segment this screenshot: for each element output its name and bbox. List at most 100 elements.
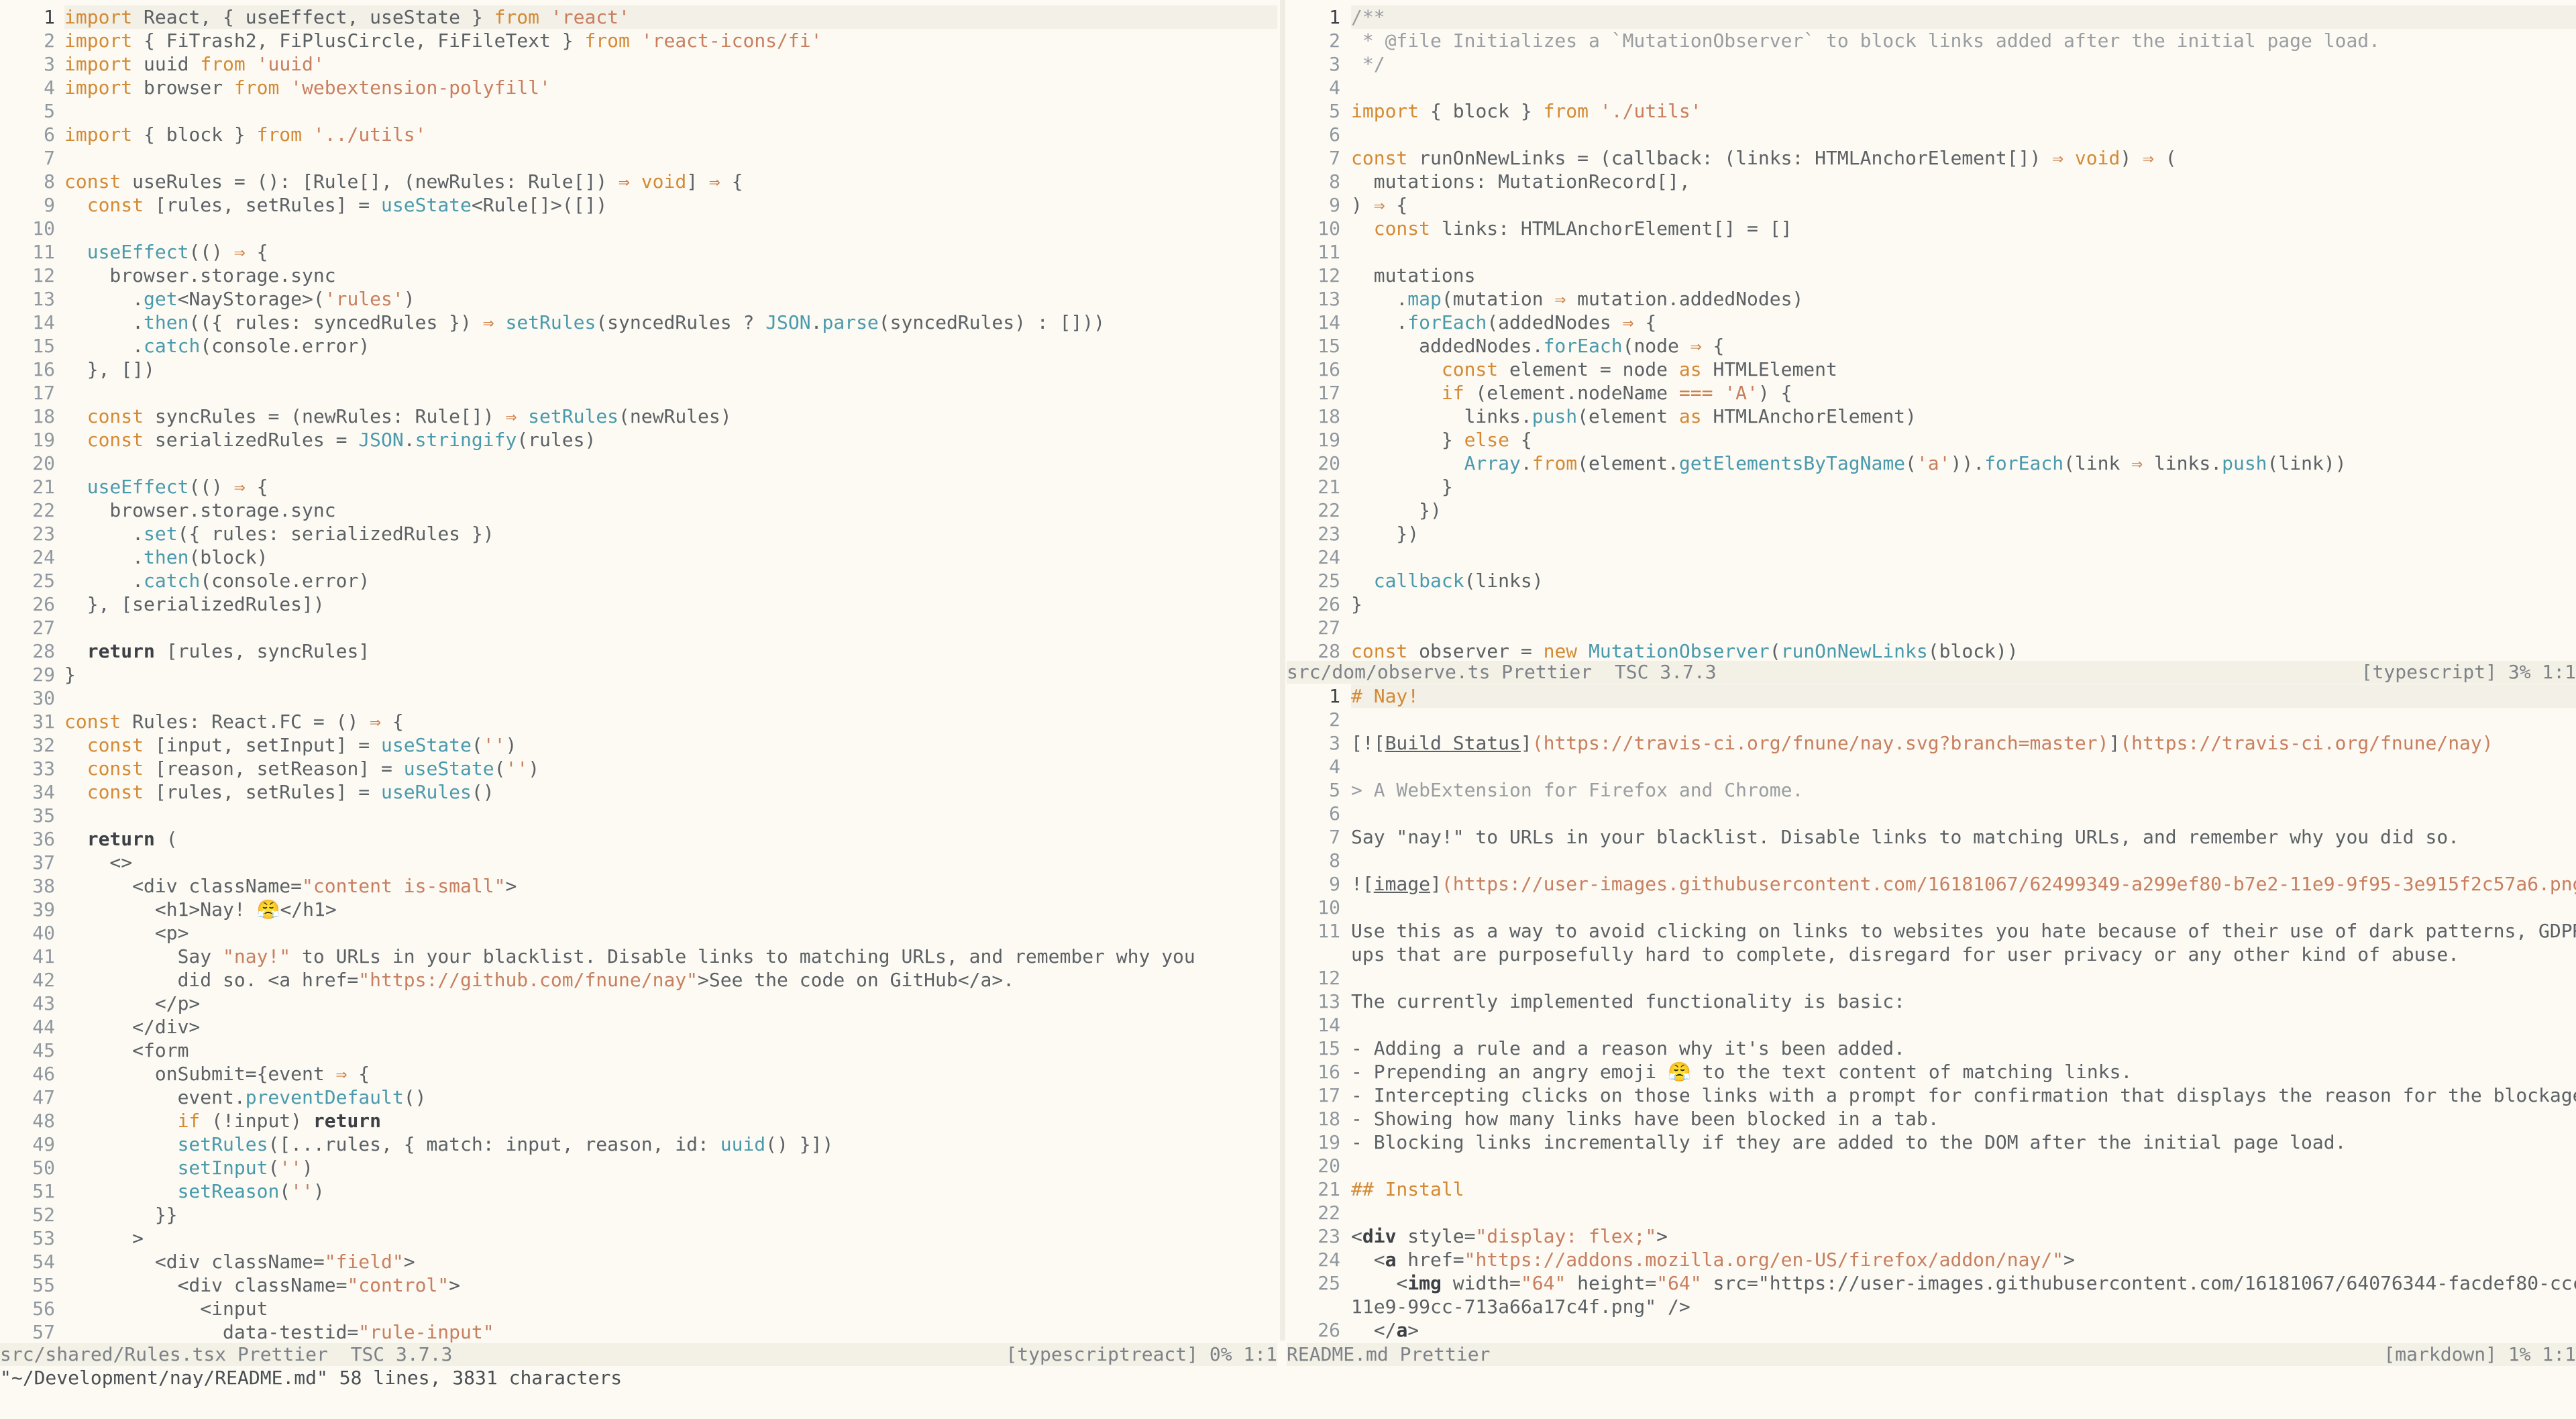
command-line[interactable]: "~/Development/nay/README.md" 58 lines, … <box>0 1366 622 1390</box>
code-line[interactable]: .catch(console.error) <box>64 569 1277 592</box>
code-line[interactable]: [![Build Status](https://travis-ci.org/f… <box>1351 731 2576 755</box>
code-line[interactable]: ​ <box>64 452 1277 475</box>
code-line[interactable]: const Rules: React.FC = () ⇒ { <box>64 710 1277 733</box>
code-line[interactable]: links.push(element as HTMLAnchorElement) <box>1351 405 2576 428</box>
code-line[interactable]: browser.storage.sync <box>64 498 1277 522</box>
code-line[interactable]: <div className="control"> <box>64 1273 1277 1297</box>
code-line[interactable]: } <box>64 663 1277 686</box>
code-line[interactable]: 11e9-99cc-713a66a17c4f.png" /> <box>1351 1295 2576 1318</box>
code-line[interactable]: }} <box>64 1203 1277 1226</box>
code-line[interactable]: ) ⇒ { <box>1351 193 2576 217</box>
code-line[interactable]: <form <box>64 1039 1277 1062</box>
code-line[interactable]: ​ <box>64 616 1277 639</box>
code-line[interactable]: ​ <box>64 686 1277 710</box>
code-line[interactable]: }, [serializedRules]) <box>64 592 1277 616</box>
code-line[interactable]: <h1>Nay! 😤</h1> <box>64 898 1277 921</box>
code-line[interactable]: const useRules = (): [Rule[], (newRules:… <box>64 170 1277 193</box>
code-line[interactable]: .catch(console.error) <box>64 334 1277 358</box>
code-line[interactable]: ​ <box>1351 1201 2576 1224</box>
code-line[interactable]: event.preventDefault() <box>64 1086 1277 1109</box>
code-line[interactable]: ​ <box>1351 708 2576 731</box>
code-line[interactable]: mutations: MutationRecord[], <box>1351 170 2576 193</box>
code-line[interactable]: ​ <box>64 146 1277 170</box>
code-line[interactable]: const [rules, setRules] = useState<Rule[… <box>64 193 1277 217</box>
code-line[interactable]: /** <box>1351 5 2576 29</box>
left-code-area[interactable]: import React, { useEffect, useState } fr… <box>64 5 1277 1344</box>
code-line[interactable]: - Prepending an angry emoji 😤 to the tex… <box>1351 1060 2576 1084</box>
code-line[interactable]: ​ <box>1351 802 2576 825</box>
code-line[interactable]: const [rules, setRules] = useRules() <box>64 780 1277 804</box>
code-line[interactable]: <div className="content is-small"> <box>64 874 1277 898</box>
code-line[interactable]: ![image](https://user-images.githubuserc… <box>1351 872 2576 896</box>
code-line[interactable]: ​ <box>1351 755 2576 778</box>
code-line[interactable]: data-testid="rule-input" <box>64 1320 1277 1344</box>
code-line[interactable]: ​ <box>1351 1013 2576 1037</box>
code-line[interactable]: setReason('') <box>64 1179 1277 1203</box>
code-line[interactable]: Say "nay!" to URLs in your blacklist. Di… <box>1351 825 2576 849</box>
code-line[interactable]: }, []) <box>64 358 1277 381</box>
code-line[interactable]: ​ <box>1351 76 2576 99</box>
code-line[interactable]: ​ <box>64 99 1277 123</box>
code-line[interactable]: const syncRules = (newRules: Rule[]) ⇒ s… <box>64 405 1277 428</box>
code-line[interactable]: } else { <box>1351 428 2576 452</box>
code-line[interactable]: .set({ rules: serializedRules }) <box>64 522 1277 545</box>
code-line[interactable]: onSubmit={event ⇒ { <box>64 1062 1277 1086</box>
code-line[interactable]: - Showing how many links have been block… <box>1351 1107 2576 1131</box>
code-line[interactable]: ​ <box>64 217 1277 240</box>
code-line[interactable]: import { block } from './utils' <box>1351 99 2576 123</box>
code-line[interactable]: ​ <box>1351 896 2576 919</box>
code-line[interactable]: import { block } from '../utils' <box>64 123 1277 146</box>
code-line[interactable]: - Blocking links incrementally if they a… <box>1351 1131 2576 1154</box>
code-line[interactable]: - Adding a rule and a reason why it's be… <box>1351 1037 2576 1060</box>
code-line[interactable]: const element = node as HTMLElement <box>1351 358 2576 381</box>
code-line[interactable]: const runOnNewLinks = (callback: (links:… <box>1351 146 2576 170</box>
code-line[interactable]: .map(mutation ⇒ mutation.addedNodes) <box>1351 287 2576 311</box>
code-line[interactable]: * @file Initializes a `MutationObserver`… <box>1351 29 2576 52</box>
code-line[interactable]: if (!input) return <box>64 1109 1277 1133</box>
code-line[interactable]: ups that are purposefully hard to comple… <box>1351 943 2576 966</box>
code-line[interactable]: ​ <box>1351 849 2576 872</box>
right-top-code-area[interactable]: /** * @file Initializes a `MutationObser… <box>1351 5 2576 663</box>
code-line[interactable]: browser.storage.sync <box>64 264 1277 287</box>
code-line[interactable]: <a href="https://addons.mozilla.org/en-U… <box>1351 1248 2576 1271</box>
code-line[interactable]: ​ <box>64 381 1277 405</box>
code-line[interactable]: import React, { useEffect, useState } fr… <box>64 5 1277 29</box>
code-line[interactable]: Array.from(element.getElementsByTagName(… <box>1351 452 2576 475</box>
code-line[interactable]: </div> <box>64 1015 1277 1039</box>
vertical-split-divider[interactable] <box>1280 0 1285 1341</box>
code-line[interactable]: setInput('') <box>64 1156 1277 1179</box>
code-line[interactable]: mutations <box>1351 264 2576 287</box>
code-line[interactable]: ​ <box>1351 240 2576 264</box>
code-line[interactable]: <img width="64" height="64" src="https:/… <box>1351 1271 2576 1295</box>
code-line[interactable]: import uuid from 'uuid' <box>64 52 1277 76</box>
code-line[interactable]: const serializedRules = JSON.stringify(r… <box>64 428 1277 452</box>
code-line[interactable]: </p> <box>64 992 1277 1015</box>
code-line[interactable]: ​ <box>1351 616 2576 639</box>
code-line[interactable]: - Intercepting clicks on those links wit… <box>1351 1084 2576 1107</box>
code-line[interactable]: > <box>64 1226 1277 1250</box>
code-line[interactable]: .then(({ rules: syncedRules }) ⇒ setRule… <box>64 311 1277 334</box>
code-line[interactable]: const [input, setInput] = useState('') <box>64 733 1277 757</box>
code-line[interactable]: ​ <box>64 804 1277 827</box>
code-line[interactable]: did so. <a href="https://github.com/fnun… <box>64 968 1277 992</box>
code-line[interactable]: useEffect(() ⇒ { <box>64 240 1277 264</box>
code-line[interactable]: ## Install <box>1351 1177 2576 1201</box>
code-line[interactable]: } <box>1351 475 2576 498</box>
code-line[interactable]: }) <box>1351 498 2576 522</box>
code-line[interactable]: <div style="display: flex;"> <box>1351 1224 2576 1248</box>
code-line[interactable]: const links: HTMLAnchorElement[] = [] <box>1351 217 2576 240</box>
code-line[interactable]: <div className="field"> <box>64 1250 1277 1273</box>
code-line[interactable]: <p> <box>64 921 1277 945</box>
code-line[interactable]: } <box>1351 592 2576 616</box>
code-line[interactable]: setRules([...rules, { match: input, reas… <box>64 1133 1277 1156</box>
code-line[interactable]: const [reason, setReason] = useState('') <box>64 757 1277 780</box>
code-line[interactable]: .then(block) <box>64 545 1277 569</box>
code-line[interactable]: return ( <box>64 827 1277 851</box>
code-line[interactable]: import { FiTrash2, FiPlusCircle, FiFileT… <box>64 29 1277 52</box>
code-line[interactable]: Say "nay!" to URLs in your blacklist. Di… <box>64 945 1277 968</box>
code-line[interactable]: # Nay! <box>1351 684 2576 708</box>
code-line[interactable]: import browser from 'webextension-polyfi… <box>64 76 1277 99</box>
code-line[interactable]: useEffect(() ⇒ { <box>64 475 1277 498</box>
code-line[interactable]: ​ <box>1351 123 2576 146</box>
code-line[interactable]: Use this as a way to avoid clicking on l… <box>1351 919 2576 943</box>
